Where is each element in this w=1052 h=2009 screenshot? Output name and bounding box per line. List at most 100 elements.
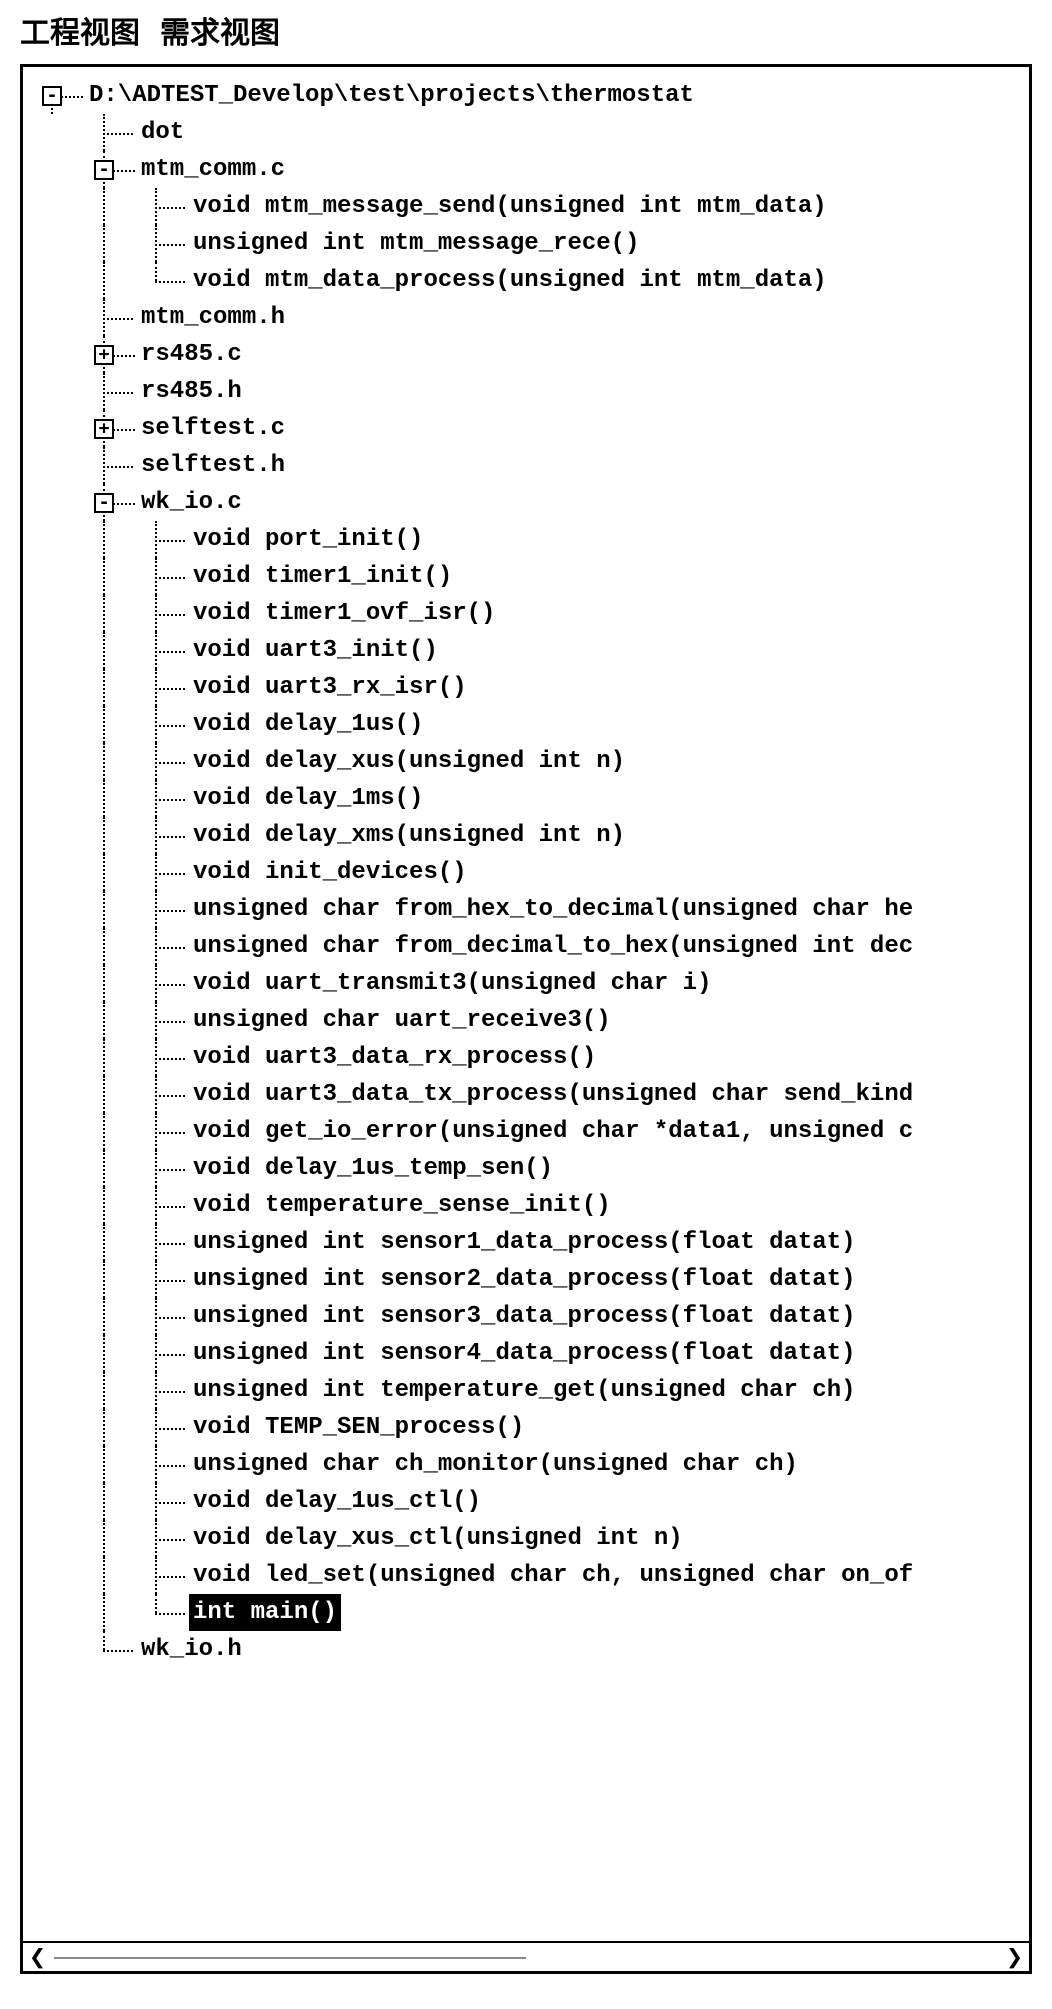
function-label[interactable]: void delay_1us() — [189, 706, 427, 743]
function-label[interactable]: void uart3_rx_isr() — [189, 669, 471, 706]
scroll-left-arrow[interactable]: ❮ — [29, 1943, 46, 1971]
tree-node[interactable]: int main() — [33, 1594, 1029, 1631]
tree-node[interactable]: unsigned char uart_receive3() — [33, 1002, 1029, 1039]
tree-node[interactable]: void uart3_data_rx_process() — [33, 1039, 1029, 1076]
tree-node[interactable]: void uart3_rx_isr() — [33, 669, 1029, 706]
function-label[interactable]: void delay_xms(unsigned int n) — [189, 817, 629, 854]
function-label[interactable]: unsigned int sensor2_data_process(float … — [189, 1261, 860, 1298]
tree-node[interactable]: unsigned int sensor1_data_process(float … — [33, 1224, 1029, 1261]
tree-node[interactable]: unsigned char from_hex_to_decimal(unsign… — [33, 891, 1029, 928]
function-label[interactable]: void get_io_error(unsigned char *data1, … — [189, 1113, 917, 1150]
tree-node[interactable]: void mtm_message_send(unsigned int mtm_d… — [33, 188, 1029, 225]
tree-node[interactable]: - D:\ADTEST_Develop\test\projects\thermos… — [33, 77, 1029, 114]
tree-node[interactable]: + selftest.c — [33, 410, 1029, 447]
tree-node[interactable]: void init_devices() — [33, 854, 1029, 891]
tree-node[interactable]: unsigned int temperature_get(unsigned ch… — [33, 1372, 1029, 1409]
function-label[interactable]: void timer1_init() — [189, 558, 456, 595]
tree-item-label[interactable]: rs485.h — [137, 373, 246, 410]
tree-node[interactable]: unsigned int mtm_message_rece() — [33, 225, 1029, 262]
collapse-toggle[interactable]: - — [94, 493, 114, 513]
tree-node[interactable]: unsigned int sensor2_data_process(float … — [33, 1261, 1029, 1298]
function-label[interactable]: void uart3_data_tx_process(unsigned char… — [189, 1076, 917, 1113]
function-label[interactable]: void uart_transmit3(unsigned char i) — [189, 965, 715, 1002]
function-label[interactable]: void delay_1ms() — [189, 780, 427, 817]
tree-node[interactable]: void uart3_data_tx_process(unsigned char… — [33, 1076, 1029, 1113]
function-label[interactable]: unsigned int mtm_message_rece() — [189, 225, 643, 262]
scroll-right-arrow[interactable]: ❯ — [1006, 1943, 1023, 1971]
tree-node[interactable]: void delay_1ms() — [33, 780, 1029, 817]
tree-node[interactable]: unsigned int sensor4_data_process(float … — [33, 1335, 1029, 1372]
function-label[interactable]: void delay_1us_ctl() — [189, 1483, 485, 1520]
tree-node[interactable]: dot — [33, 114, 1029, 151]
function-label[interactable]: void init_devices() — [189, 854, 471, 891]
function-label[interactable]: void uart3_data_rx_process() — [189, 1039, 600, 1076]
tree-node[interactable]: unsigned char from_decimal_to_hex(unsign… — [33, 928, 1029, 965]
tree-node[interactable]: void temperature_sense_init() — [33, 1187, 1029, 1224]
tree-node[interactable]: void port_init() — [33, 521, 1029, 558]
tree-node[interactable]: rs485.h — [33, 373, 1029, 410]
tree-node[interactable]: + rs485.c — [33, 336, 1029, 373]
function-label[interactable]: void temperature_sense_init() — [189, 1187, 615, 1224]
tree-node[interactable]: void timer1_ovf_isr() — [33, 595, 1029, 632]
tree-item-label[interactable]: selftest.c — [137, 410, 289, 447]
function-label[interactable]: unsigned char from_hex_to_decimal(unsign… — [189, 891, 917, 928]
function-label[interactable]: void delay_xus_ctl(unsigned int n) — [189, 1520, 687, 1557]
project-tree[interactable]: - D:\ADTEST_Develop\test\projects\thermos… — [23, 67, 1029, 1678]
function-label[interactable]: void delay_xus(unsigned int n) — [189, 743, 629, 780]
tree-node[interactable]: void delay_1us_ctl() — [33, 1483, 1029, 1520]
tree-node[interactable]: void delay_xus_ctl(unsigned int n) — [33, 1520, 1029, 1557]
function-label[interactable]: unsigned int sensor4_data_process(float … — [189, 1335, 860, 1372]
function-label[interactable]: void uart3_init() — [189, 632, 442, 669]
horizontal-scrollbar[interactable]: ❮ ❯ — [23, 1941, 1029, 1971]
tree-item-label[interactable]: wk_io.h — [137, 1631, 246, 1668]
tree-node[interactable]: mtm_comm.h — [33, 299, 1029, 336]
function-label[interactable]: unsigned int temperature_get(unsigned ch… — [189, 1372, 860, 1409]
tree-node[interactable]: wk_io.h — [33, 1631, 1029, 1668]
tab-project-view[interactable]: 工程视图 — [20, 8, 140, 52]
tree-node[interactable]: void uart3_init() — [33, 632, 1029, 669]
tree-node[interactable]: void delay_1us() — [33, 706, 1029, 743]
tree-item-label[interactable]: rs485.c — [137, 336, 246, 373]
function-label[interactable]: unsigned int sensor3_data_process(float … — [189, 1298, 860, 1335]
tree-item-label[interactable]: mtm_comm.c — [137, 151, 289, 188]
tree-node[interactable]: selftest.h — [33, 447, 1029, 484]
tree-node[interactable]: void uart_transmit3(unsigned char i) — [33, 965, 1029, 1002]
tree-node[interactable]: void delay_xms(unsigned int n) — [33, 817, 1029, 854]
tree-node[interactable]: - wk_io.c — [33, 484, 1029, 521]
tree-node[interactable]: void get_io_error(unsigned char *data1, … — [33, 1113, 1029, 1150]
tree-node[interactable]: void delay_xus(unsigned int n) — [33, 743, 1029, 780]
tree-item-label[interactable]: selftest.h — [137, 447, 289, 484]
function-label[interactable]: unsigned char from_decimal_to_hex(unsign… — [189, 928, 917, 965]
function-label[interactable]: void mtm_message_send(unsigned int mtm_d… — [189, 188, 831, 225]
tree-item-label[interactable]: wk_io.c — [137, 484, 246, 521]
tree-node[interactable]: void led_set(unsigned char ch, unsigned … — [33, 1557, 1029, 1594]
tree-item-label[interactable]: mtm_comm.h — [137, 299, 289, 336]
function-label[interactable]: void timer1_ovf_isr() — [189, 595, 499, 632]
tree-node[interactable]: unsigned int sensor3_data_process(float … — [33, 1298, 1029, 1335]
expand-toggle[interactable]: + — [94, 419, 114, 439]
function-label[interactable]: unsigned int sensor1_data_process(float … — [189, 1224, 860, 1261]
function-label[interactable]: void delay_1us_temp_sen() — [189, 1150, 557, 1187]
function-label[interactable]: unsigned char ch_monitor(unsigned char c… — [189, 1446, 802, 1483]
scroll-track[interactable] — [54, 1951, 998, 1963]
expand-toggle[interactable]: + — [94, 345, 114, 365]
tree-container: - D:\ADTEST_Develop\test\projects\thermos… — [20, 64, 1032, 1974]
tree-root-label[interactable]: D:\ADTEST_Develop\test\projects\thermost… — [85, 77, 698, 114]
collapse-toggle[interactable]: - — [42, 86, 62, 106]
function-label[interactable]: void mtm_data_process(unsigned int mtm_d… — [189, 262, 831, 299]
tree-node[interactable]: void mtm_data_process(unsigned int mtm_d… — [33, 262, 1029, 299]
tree-node[interactable]: void timer1_init() — [33, 558, 1029, 595]
tree-node[interactable]: - mtm_comm.c — [33, 151, 1029, 188]
tree-node[interactable]: void TEMP_SEN_process() — [33, 1409, 1029, 1446]
tab-requirement-view[interactable]: 需求视图 — [160, 8, 280, 52]
function-label[interactable]: void led_set(unsigned char ch, unsigned … — [189, 1557, 917, 1594]
collapse-toggle[interactable]: - — [94, 160, 114, 180]
tree-node[interactable]: unsigned char ch_monitor(unsigned char c… — [33, 1446, 1029, 1483]
tree-item-label[interactable]: dot — [137, 114, 188, 151]
scroll-thumb[interactable] — [54, 1955, 526, 1959]
function-label[interactable]: void port_init() — [189, 521, 427, 558]
function-label[interactable]: int main() — [189, 1594, 341, 1631]
tree-node[interactable]: void delay_1us_temp_sen() — [33, 1150, 1029, 1187]
function-label[interactable]: unsigned char uart_receive3() — [189, 1002, 615, 1039]
function-label[interactable]: void TEMP_SEN_process() — [189, 1409, 528, 1446]
